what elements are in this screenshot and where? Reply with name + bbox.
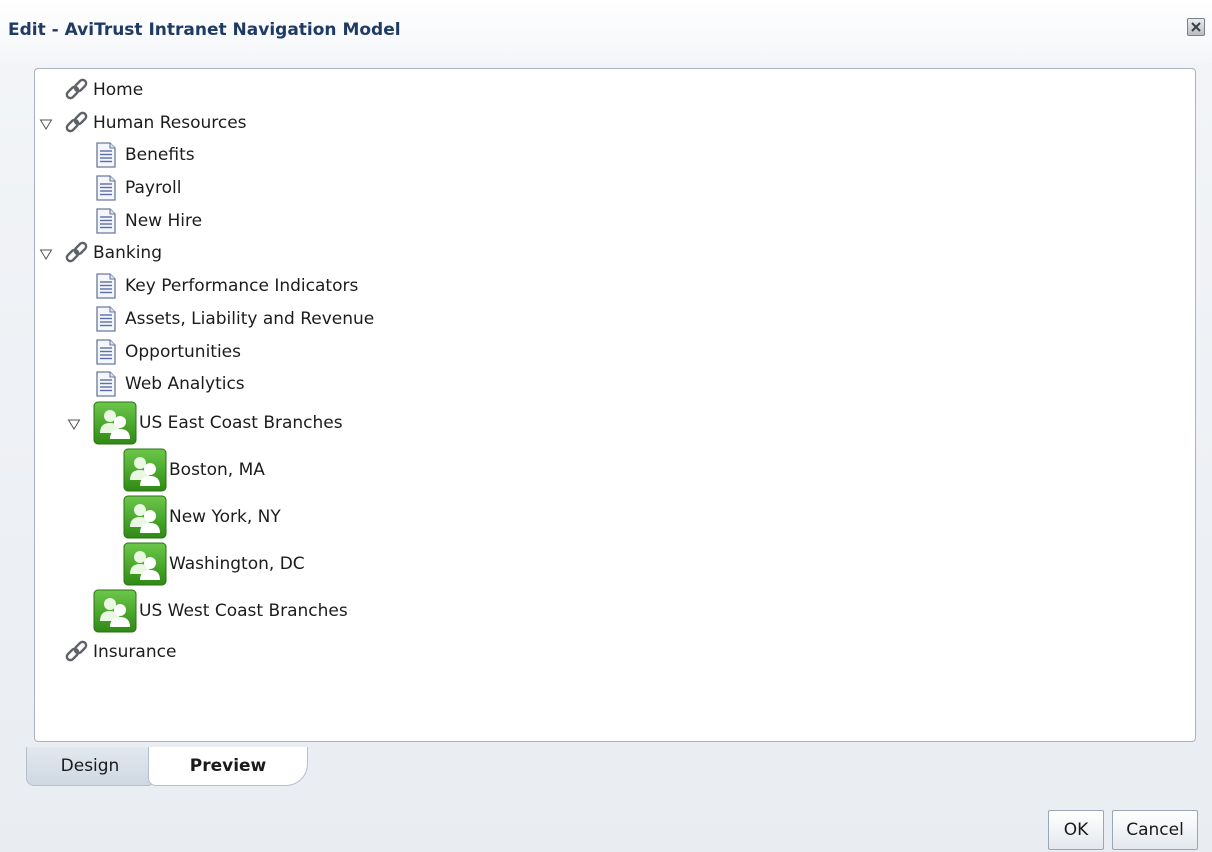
tree-item-boston[interactable]: Boston, MA [123,448,265,492]
expand-toggle-banking[interactable] [39,246,53,260]
link-icon [65,111,88,133]
dialog-title-bar: Edit - AviTrust Intranet Navigation Mode… [0,0,1212,62]
navigation-tree: Home Human Resources Benefits Payroll Ne… [34,68,1196,742]
tree-item-human-resources[interactable]: Human Resources [63,108,247,138]
edit-navigation-dialog: Edit - AviTrust Intranet Navigation Mode… [0,0,1212,852]
group-space-icon [123,448,167,492]
dialog-title: Edit - AviTrust Intranet Navigation Mode… [8,20,401,40]
tab-preview[interactable]: Preview [148,747,308,786]
tree-item-key-performance-indicators[interactable]: Key Performance Indicators [93,271,358,301]
tree-item-new-hire[interactable]: New Hire [93,206,202,236]
cancel-button[interactable]: Cancel [1112,810,1198,850]
page-icon [96,175,116,201]
tree-item-assets-liability-revenue[interactable]: Assets, Liability and Revenue [93,304,374,334]
tree-item-benefits[interactable]: Benefits [93,140,195,170]
triangle-down-icon [67,419,81,430]
page-icon [96,339,116,365]
page-icon [96,306,116,332]
tree-item-banking[interactable]: Banking [63,238,162,268]
triangle-down-icon [39,249,53,260]
page-icon [96,371,116,397]
link-icon [65,241,88,263]
tab-design[interactable]: Design [26,747,154,786]
triangle-down-icon [39,119,53,130]
close-icon[interactable] [1187,18,1205,36]
group-space-icon [93,589,137,633]
tree-item-home[interactable]: Home [63,75,143,105]
tree-item-us-west-coast-branches[interactable]: US West Coast Branches [93,589,348,633]
link-icon [65,78,88,100]
group-space-icon [123,542,167,586]
group-space-icon [93,401,137,445]
tree-item-web-analytics[interactable]: Web Analytics [93,369,245,399]
tree-item-payroll[interactable]: Payroll [93,173,181,203]
expand-toggle-us-east-coast[interactable] [67,416,81,430]
page-icon [96,273,116,299]
view-tabs: Design Preview [26,747,326,787]
tree-item-washington[interactable]: Washington, DC [123,542,305,586]
expand-toggle-human-resources[interactable] [39,116,53,130]
tree-item-new-york[interactable]: New York, NY [123,495,281,539]
page-icon [96,208,116,234]
page-icon [96,142,116,168]
group-space-icon [123,495,167,539]
tree-item-opportunities[interactable]: Opportunities [93,337,241,367]
tree-item-us-east-coast-branches[interactable]: US East Coast Branches [93,401,343,445]
tree-item-insurance[interactable]: Insurance [63,637,176,667]
ok-button[interactable]: OK [1048,810,1104,850]
link-icon [65,640,88,662]
